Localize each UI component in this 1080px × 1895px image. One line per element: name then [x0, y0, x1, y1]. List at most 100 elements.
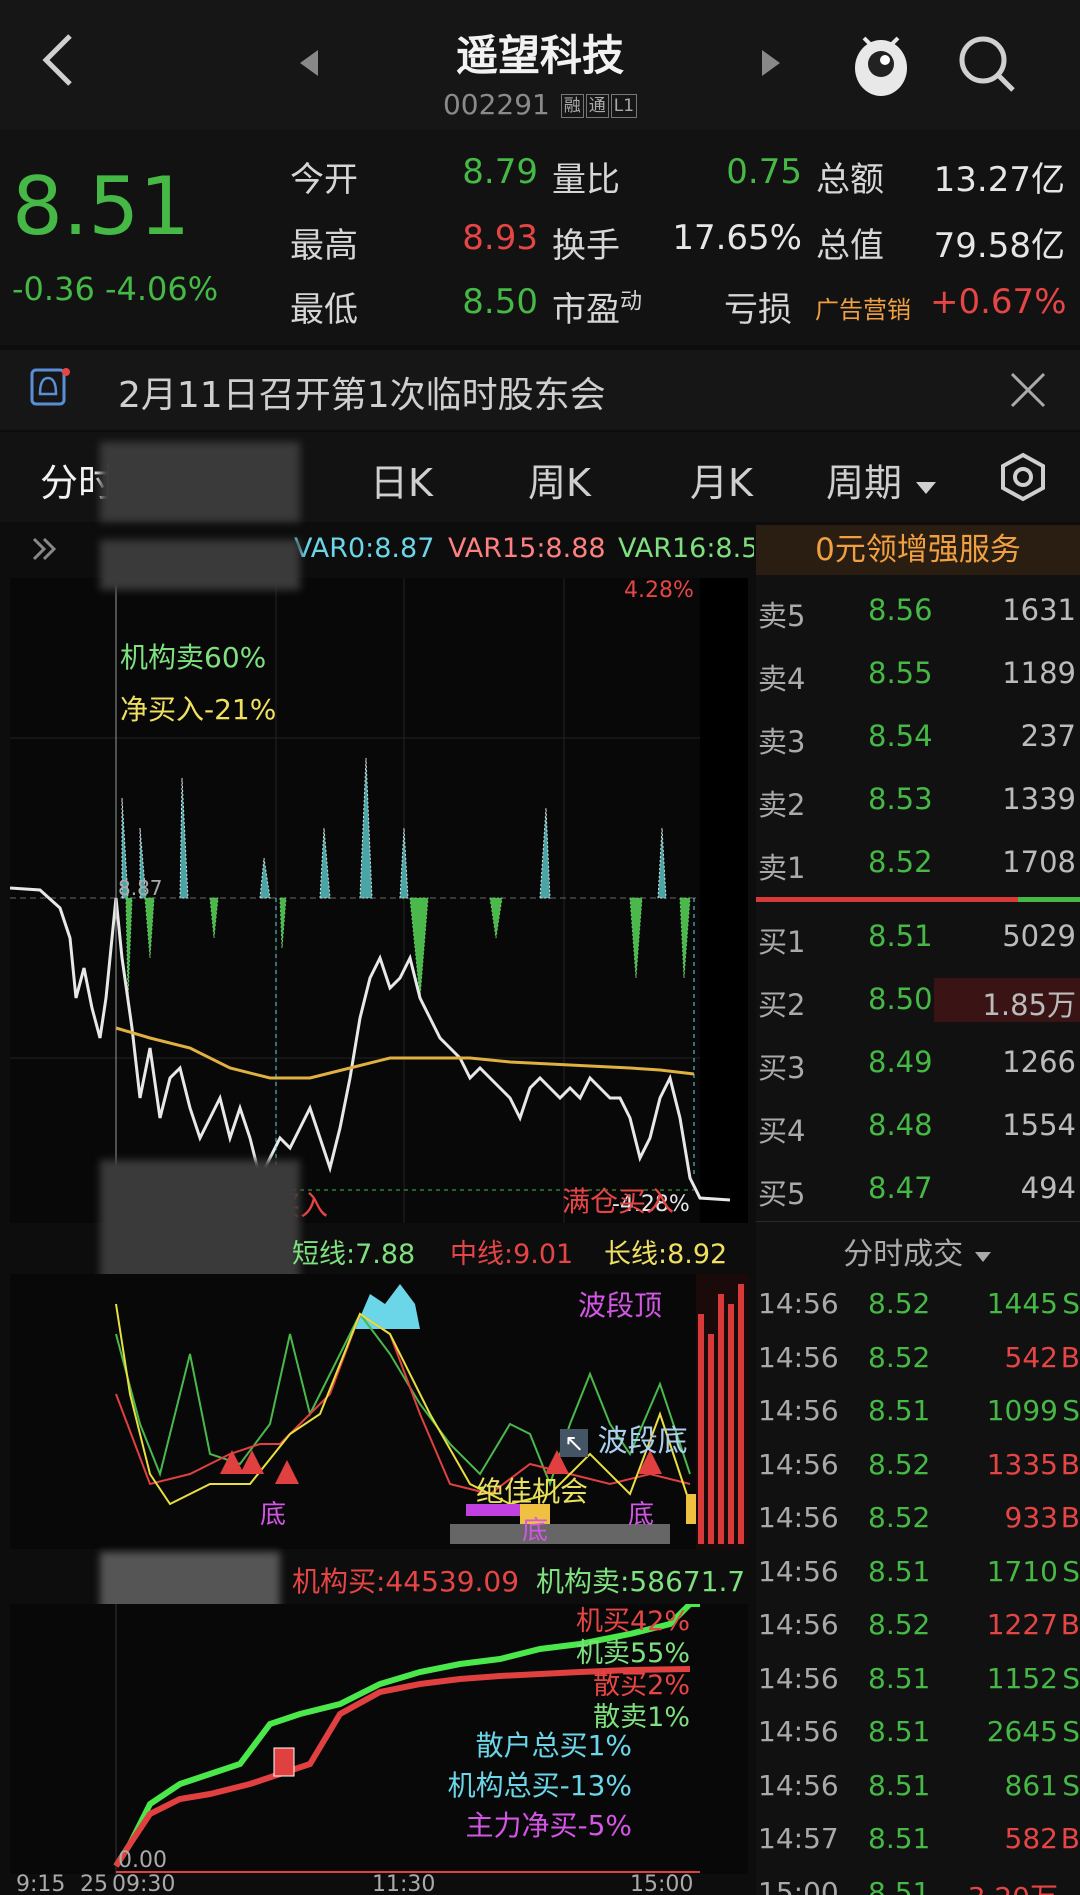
last-price: 8.51 — [12, 160, 191, 253]
ticks-header[interactable]: 分时成交 — [756, 1229, 1080, 1273]
ask-row-4[interactable]: 卖4 8.55 1189 — [756, 644, 1080, 704]
stock-detail-screen: 遥望科技 002291 融通 L1 8.51 -0.36 -4.06% 今开 8.… — [0, 0, 1080, 1895]
flow-legend: 机买42% 机卖55% 散买2% 散卖1% — [510, 1606, 690, 1734]
pe-label: 市盈动 — [552, 282, 642, 331]
tab-period[interactable]: 周期 — [826, 452, 938, 507]
bid-price: 8.49 — [868, 1045, 933, 1079]
tick-volume: 3.20万 — [968, 1876, 1058, 1895]
bid-row-3[interactable]: 买3 8.49 1266 — [756, 1033, 1080, 1093]
tick-side: B — [1060, 1340, 1080, 1374]
tick-volume: 1152 — [986, 1661, 1058, 1695]
tick-time: 15:00 — [758, 1875, 839, 1895]
bid-row-4[interactable]: 买4 8.48 1554 — [756, 1096, 1080, 1156]
tick-row: 14:56 8.51 1099 S — [756, 1384, 1080, 1437]
ma-values-bar: 短线:7.88 中线:9.01 长线:8.92 — [0, 1224, 756, 1274]
ask-row-2[interactable]: 卖2 8.53 1339 — [756, 770, 1080, 830]
opportunity-label: 绝佳机会 — [476, 1475, 589, 1508]
volume-histogram — [121, 757, 691, 999]
ask-volume: 237 — [1020, 719, 1076, 753]
tab-daily-k[interactable]: 日K — [370, 452, 433, 507]
ask-row-5[interactable]: 卖5 8.56 1631 — [756, 581, 1080, 641]
turnover-amount-label: 总额 — [816, 160, 884, 200]
search-icon[interactable] — [955, 32, 1019, 96]
tab-weekly-k[interactable]: 周K — [528, 452, 591, 507]
tick-price: 8.51 — [868, 1768, 931, 1802]
flow-summary: 散户总买1% 机构总买-13% 主力净买-5% — [420, 1726, 632, 1846]
tab-monthly-k[interactable]: 月K — [690, 452, 753, 507]
ask-price: 8.56 — [868, 593, 933, 627]
bid-price: 8.50 — [868, 982, 933, 1016]
expand-arrows-icon[interactable] — [30, 535, 60, 563]
ask-price: 8.55 — [868, 656, 933, 690]
bell-icon — [30, 368, 70, 406]
tick-time: 14:56 — [758, 1501, 839, 1534]
ask-label: 卖1 — [758, 851, 806, 885]
announcement-bar[interactable]: 2月11日召开第1次临时股东会 — [0, 350, 1080, 430]
bid-volume: 1554 — [1002, 1108, 1076, 1142]
tick-side: S — [1062, 1287, 1080, 1320]
reference-price-label: 8.87 — [118, 876, 163, 900]
bid-row-2[interactable]: 买2 8.50 1.85万 — [756, 970, 1080, 1030]
retail-total-buy: 散户总买1% — [475, 1729, 632, 1762]
stock-code: 002291 — [442, 88, 550, 121]
change-percent: -4.06% — [104, 270, 219, 308]
pe-label-sup: 动 — [620, 289, 643, 315]
tick-volume: 1710 — [986, 1554, 1058, 1588]
tick-row: 14:56 8.51 861 S — [756, 1759, 1080, 1812]
chevron-down-icon — [916, 482, 937, 494]
tick-volume: 2645 — [986, 1715, 1058, 1748]
bottom-marker-2: 底 — [522, 1516, 549, 1546]
top-nav-bar: 遥望科技 002291 融通 L1 — [0, 0, 1080, 130]
divider — [756, 1221, 1080, 1222]
tick-time: 14:56 — [758, 1287, 839, 1320]
announcement-text: 2月11日召开第1次临时股东会 — [118, 375, 606, 416]
main-net-buy: 主力净买-5% — [465, 1809, 632, 1842]
volume-ratio-label: 量比 — [552, 160, 620, 200]
ask-volume: 1339 — [1002, 782, 1076, 816]
mascot-icon[interactable] — [848, 26, 914, 98]
ask-volume: 1189 — [1002, 656, 1076, 690]
tick-volume: 542 — [1004, 1340, 1058, 1374]
time-tick: 11:30 — [372, 1874, 436, 1895]
tick-row: 14:56 8.52 1445 S — [756, 1277, 1080, 1330]
tick-volume: 1335 — [986, 1447, 1058, 1481]
ask-label: 卖4 — [758, 662, 806, 696]
next-stock-icon[interactable] — [758, 48, 782, 78]
tick-price: 8.52 — [868, 1608, 931, 1641]
top-zone — [355, 1284, 420, 1329]
institution-flow-bar: 机构买:44539.09 机构卖:58671.7 — [0, 1552, 756, 1642]
zero-label: 0.00 — [118, 1848, 167, 1873]
wave-bottom-label: ↖ 波段底 — [560, 1416, 688, 1460]
tick-side: S — [1062, 1394, 1080, 1427]
bid-label: 买5 — [758, 1177, 806, 1211]
bid-row-5[interactable]: 买5 8.47 494 — [756, 1159, 1080, 1219]
bottom-marker-1: 底 — [260, 1500, 287, 1530]
ask-row-3[interactable]: 卖3 8.54 237 — [756, 707, 1080, 767]
promo-banner[interactable]: 0元领增强服务 — [756, 525, 1080, 575]
industry-label[interactable]: 广告营销 — [815, 290, 911, 325]
tick-row: 14:56 8.52 542 B — [756, 1331, 1080, 1384]
tick-time: 14:56 — [758, 1661, 839, 1695]
loss-label: 亏损 — [724, 290, 792, 330]
bid-price: 8.51 — [868, 919, 933, 953]
ask-label: 卖2 — [758, 788, 806, 822]
bid-volume: 1266 — [1002, 1045, 1076, 1079]
tick-side: S — [1062, 1554, 1080, 1588]
bid-label: 买4 — [758, 1114, 806, 1148]
close-icon[interactable] — [1008, 370, 1048, 410]
tick-price: 8.52 — [868, 1340, 931, 1374]
ask-price: 8.53 — [868, 782, 933, 816]
margin-tag: 融 — [560, 94, 584, 118]
settings-icon[interactable] — [998, 452, 1048, 502]
order-book-panel: 0元领增强服务 卖5 8.56 1631 卖4 8.55 1189 卖3 8.5… — [756, 525, 1080, 1895]
tick-volume: 1445 — [986, 1287, 1058, 1320]
tick-row: 14:56 8.51 2645 S — [756, 1705, 1080, 1758]
tick-row: 14:56 8.52 1227 B — [756, 1598, 1080, 1651]
bid-row-1[interactable]: 买1 8.51 5029 — [756, 907, 1080, 967]
tick-price: 8.51 — [868, 1875, 931, 1895]
low-label: 最低 — [290, 290, 358, 330]
tick-time: 14:56 — [758, 1715, 839, 1748]
tick-time: 14:56 — [758, 1554, 839, 1588]
ask-price: 8.54 — [868, 719, 933, 753]
ask-row-1[interactable]: 卖1 8.52 1708 — [756, 833, 1080, 893]
